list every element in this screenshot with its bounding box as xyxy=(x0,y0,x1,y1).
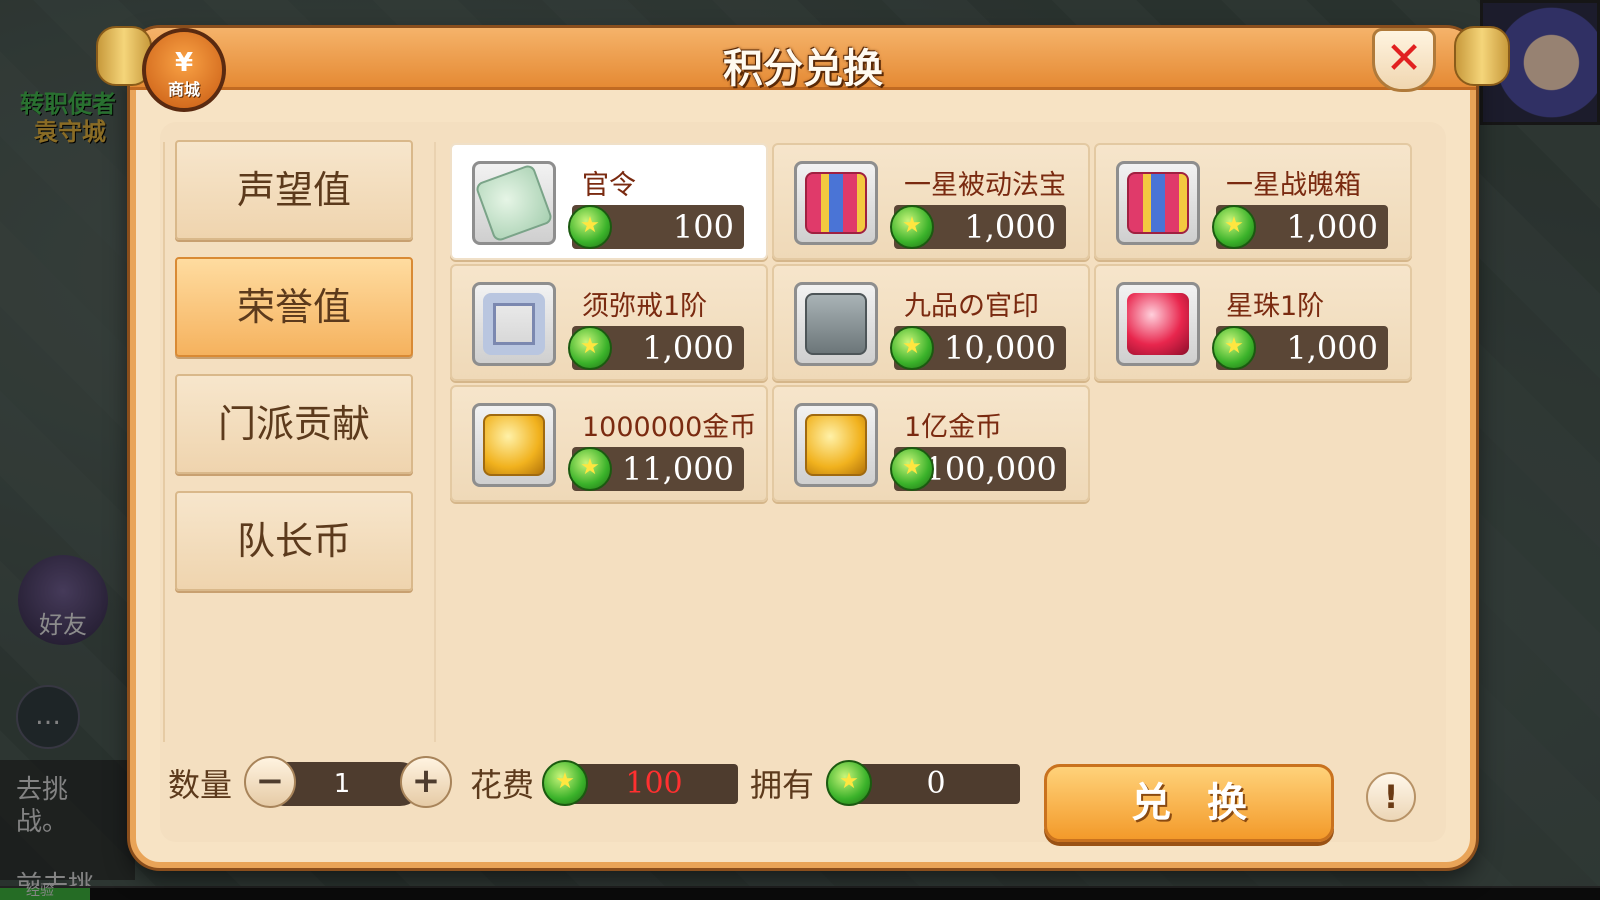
tab-reputation[interactable]: 声望值 xyxy=(175,140,413,240)
plus-icon: + xyxy=(411,761,441,801)
info-button[interactable]: ! xyxy=(1366,772,1416,822)
tab-captain-coin[interactable]: 队长币 xyxy=(175,491,413,591)
item-card[interactable]: 1亿金币 1,100,000 ★ xyxy=(772,385,1090,502)
item-card[interactable]: 一星被动法宝 1,000 ★ xyxy=(772,143,1090,260)
category-tabs: 声望值 荣誉值 门派贡献 队长币 xyxy=(175,140,413,608)
honor-coin-icon: ★ xyxy=(568,326,612,370)
honor-coin-icon: ★ xyxy=(542,760,588,806)
shop-badge-label: 商城 xyxy=(167,80,200,99)
item-name: 1亿金币 xyxy=(904,412,1003,443)
honor-coin-icon: ★ xyxy=(568,447,612,491)
honor-coin-icon: ★ xyxy=(1212,326,1256,370)
item-card[interactable]: 须弥戒1阶 1,000 ★ xyxy=(450,264,768,381)
official-seal-icon xyxy=(794,282,878,366)
star-orb-icon xyxy=(1116,282,1200,366)
gift-box-icon xyxy=(1116,161,1200,245)
close-button[interactable]: ✕ xyxy=(1372,28,1436,92)
owned-value: 0 xyxy=(852,764,1020,804)
close-icon: ✕ xyxy=(1385,33,1423,84)
item-name: 须弥戒1阶 xyxy=(582,291,708,322)
item-name: 九品の官印 xyxy=(904,291,1039,322)
item-card[interactable]: 官令 100 ★ xyxy=(450,143,768,260)
owned-label: 拥有 xyxy=(750,766,815,804)
item-card[interactable]: 一星战魄箱 1,000 ★ xyxy=(1094,143,1412,260)
honor-coin-icon: ★ xyxy=(890,447,934,491)
divider xyxy=(434,142,436,742)
item-card[interactable]: 九品の官印 10,000 ★ xyxy=(772,264,1090,381)
info-icon: ! xyxy=(1383,778,1399,816)
item-name: 1000000金币 xyxy=(582,412,757,443)
tab-honor[interactable]: 荣誉值 xyxy=(175,257,413,357)
item-name: 一星战魄箱 xyxy=(1226,170,1361,201)
honor-coin-icon: ★ xyxy=(568,205,612,249)
quantity-label: 数量 xyxy=(168,766,233,804)
item-name: 星珠1阶 xyxy=(1226,291,1325,322)
item-name: 官令 xyxy=(582,170,636,201)
honor-coin-icon: ★ xyxy=(890,205,934,249)
shop-badge[interactable]: ¥ 商城 xyxy=(142,28,226,112)
item-name: 一星被动法宝 xyxy=(904,170,1066,201)
divider xyxy=(163,142,165,742)
page-title: 积分兑换 xyxy=(723,46,883,92)
title-bar: 积分兑换 xyxy=(96,26,1510,92)
cost-label: 花费 xyxy=(470,766,535,804)
honor-coin-icon: ★ xyxy=(826,760,872,806)
cost-value: 100 xyxy=(570,764,738,804)
exchange-button[interactable]: 兑换 xyxy=(1044,764,1334,842)
gift-box-icon xyxy=(794,161,878,245)
jade-token-icon xyxy=(472,161,556,245)
yen-icon: ¥ xyxy=(174,48,194,78)
increase-quantity-button[interactable]: + xyxy=(400,756,452,808)
tab-sect-contribution[interactable]: 门派贡献 xyxy=(175,374,413,474)
honor-coin-icon: ★ xyxy=(1212,205,1256,249)
ring-icon xyxy=(472,282,556,366)
gold-coin-icon xyxy=(472,403,556,487)
decrease-quantity-button[interactable]: − xyxy=(244,756,296,808)
item-card[interactable]: 1000000金币 11,000 ★ xyxy=(450,385,768,502)
gold-coin-icon xyxy=(794,403,878,487)
minus-icon: − xyxy=(255,761,285,801)
item-card[interactable]: 星珠1阶 1,000 ★ xyxy=(1094,264,1412,381)
honor-coin-icon: ★ xyxy=(890,326,934,370)
